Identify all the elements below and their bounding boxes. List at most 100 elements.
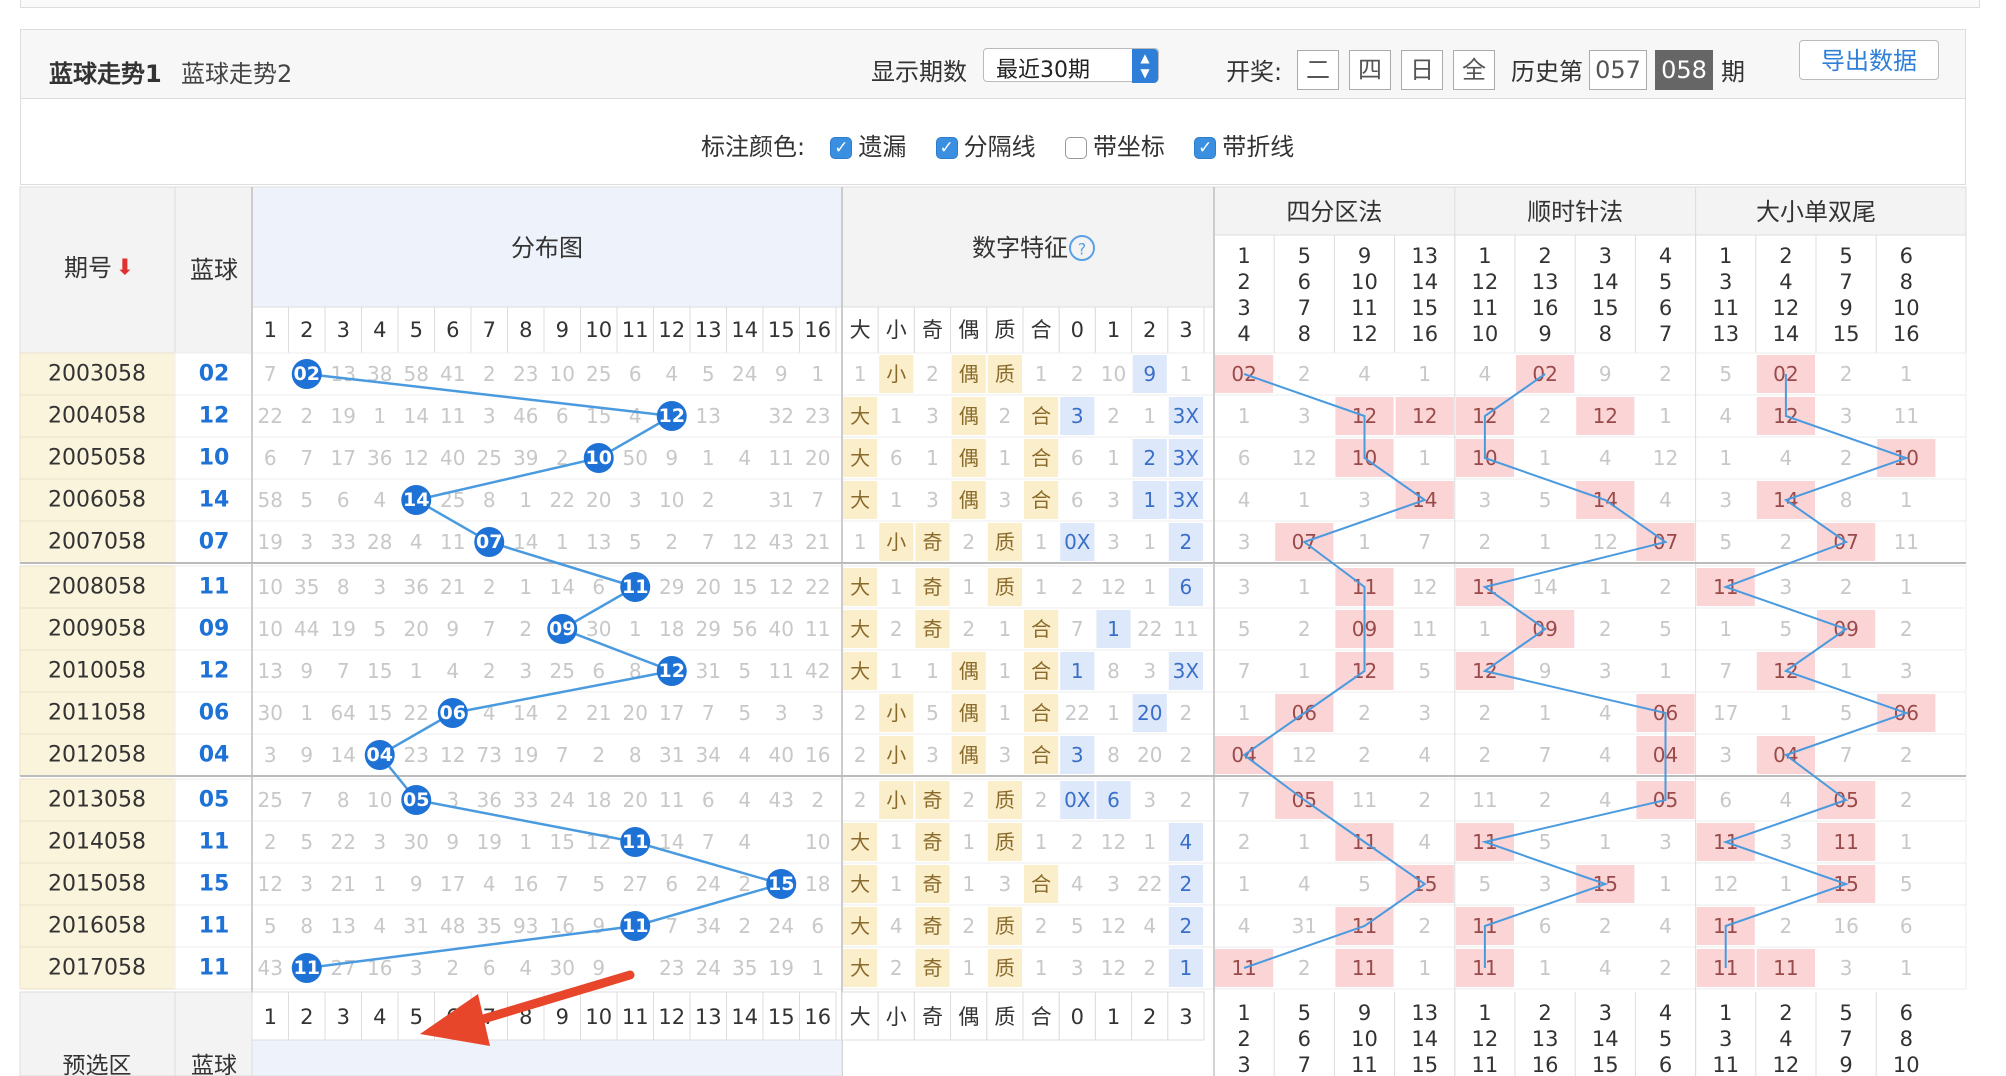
option-polyline[interactable]: 带折线 <box>1222 133 1294 161</box>
option-separator[interactable]: 分隔线 <box>964 133 1036 161</box>
zone-value: 2 <box>1659 575 1672 599</box>
zone-value: 1 <box>1599 830 1612 854</box>
blue-ball-number: 07 <box>199 530 230 555</box>
feature-value: 偶 <box>959 701 979 725</box>
issue-number: 2003058 <box>48 362 146 387</box>
footer-dist-col-label: 14 <box>731 1005 758 1029</box>
zone-col-label: 12 <box>1773 296 1800 320</box>
zone-value: 2 <box>1479 530 1492 554</box>
footer-zone-col-label: 1 <box>1478 1001 1491 1025</box>
zone-value: 02 <box>1532 362 1557 386</box>
omission-value: 8 <box>629 743 642 767</box>
footer-zone-col-label: 6 <box>1298 1027 1311 1051</box>
footer-zone-col-label: 10 <box>1893 1053 1920 1076</box>
zone-value: 1 <box>1539 701 1552 725</box>
draw-day-sun[interactable]: 日 <box>1401 50 1443 90</box>
feature-value: 大 <box>850 488 870 512</box>
history-issue-058[interactable]: 058 <box>1655 50 1713 90</box>
option-coordinates[interactable]: 带坐标 <box>1093 133 1165 161</box>
dist-col-label: 8 <box>519 318 532 342</box>
draw-day-tue[interactable]: 二 <box>1297 50 1339 90</box>
zone-value: 2 <box>1900 617 1913 641</box>
feature-col-cell <box>1022 306 1060 354</box>
omission-value: 5 <box>300 830 313 854</box>
feature-value: 大 <box>850 914 870 938</box>
zone-hit-cell <box>1215 949 1274 987</box>
zone-hit-cell <box>1576 397 1635 435</box>
zone-col-label: 1 <box>1237 244 1250 268</box>
option-omission[interactable]: 遗漏 <box>858 133 906 161</box>
footer-zone-col-label: 4 <box>1779 1027 1792 1051</box>
feature-value: 3 <box>1071 956 1084 980</box>
feature-value: 3 <box>926 404 939 428</box>
tab-blue-trend-1[interactable]: 蓝球走势1 <box>49 54 162 89</box>
feature-highlight-cell <box>987 568 1022 606</box>
footer-feature-col-cell <box>1022 991 1060 1041</box>
ball-header: 蓝球 <box>190 256 238 284</box>
export-data-button[interactable]: 导出数据 <box>1799 40 1939 80</box>
footer-zone-col-label: 1 <box>1237 1001 1250 1025</box>
omission-value: 11 <box>659 788 684 812</box>
footer-dist-col-cell <box>616 991 654 1041</box>
footer-zone-col-label: 10 <box>1351 1027 1378 1051</box>
zone-value: 9 <box>1539 659 1552 683</box>
zone-value: 2 <box>1479 743 1492 767</box>
feature-value: 1 <box>890 404 903 428</box>
footer-zone-col-label: 6 <box>1900 1001 1913 1025</box>
feature-col-label: 合 <box>1031 318 1052 342</box>
feature-value: 2 <box>1035 788 1048 812</box>
row-background <box>251 691 1967 735</box>
history-issue-057[interactable]: 057 <box>1589 50 1647 90</box>
feature-value: 6 <box>1107 788 1120 812</box>
footer-zone-col-label: 5 <box>1659 1027 1672 1051</box>
feature-col-cell <box>841 306 879 354</box>
omission-value: 7 <box>811 488 824 512</box>
zone-value: 1 <box>1298 488 1311 512</box>
issue-cell <box>19 820 176 864</box>
issue-number: 2006058 <box>48 488 146 513</box>
omission-value: 9 <box>446 830 459 854</box>
checkbox-icon[interactable] <box>830 137 853 159</box>
feature-value: 2 <box>1107 404 1120 428</box>
omission-value: 3 <box>629 488 642 512</box>
omission-value: 25 <box>550 659 575 683</box>
zone-col-label: 10 <box>1472 322 1499 346</box>
zone-value: 7 <box>1840 743 1853 767</box>
omission-value: 1 <box>519 575 532 599</box>
zone-value: 11 <box>1833 830 1858 854</box>
draw-day-all[interactable]: 全 <box>1453 50 1495 90</box>
tab-blue-trend-2[interactable]: 蓝球走势2 <box>181 54 292 89</box>
period-select[interactable]: 最近30期 ▲ ▼ <box>983 48 1159 83</box>
zone-value: 11 <box>1472 788 1497 812</box>
zone-value: 11 <box>1773 956 1798 980</box>
zone-value: 09 <box>1352 617 1377 641</box>
ball-cell <box>174 820 253 864</box>
omission-value: 29 <box>659 575 684 599</box>
zone-value: 5 <box>1539 830 1552 854</box>
feature-col-label: 3 <box>1179 318 1192 342</box>
feature-value: 1 <box>1107 617 1120 641</box>
zone-hit-cell <box>1455 397 1514 435</box>
omission-value: 3 <box>775 701 788 725</box>
omission-value: 6 <box>665 872 678 896</box>
feature-value: 22 <box>1065 701 1090 725</box>
draw-day-thu[interactable]: 四 <box>1349 50 1391 90</box>
feature-value: 质 <box>995 956 1015 980</box>
omission-value: 12 <box>769 575 794 599</box>
omission-value: 7 <box>300 788 313 812</box>
feature-value: 4 <box>1143 914 1156 938</box>
zone-col-label: 5 <box>1659 270 1672 294</box>
footer-zone-col-label: 4 <box>1659 1001 1672 1025</box>
feature-highlight-cell <box>1024 397 1059 435</box>
omission-value: 56 <box>732 617 757 641</box>
feature-highlight-cell <box>951 736 986 774</box>
zone-col-label: 4 <box>1659 244 1672 268</box>
footer-feature-col-cell <box>1058 991 1096 1041</box>
omission-value: 4 <box>738 743 751 767</box>
checkbox-icon[interactable] <box>1194 137 1217 159</box>
zone-hit-cell <box>1756 397 1815 435</box>
zone-col-label: 7 <box>1659 322 1672 346</box>
zone-hit-cell <box>1576 865 1635 903</box>
checkbox-icon[interactable] <box>1064 137 1087 159</box>
checkbox-icon[interactable] <box>935 137 958 159</box>
